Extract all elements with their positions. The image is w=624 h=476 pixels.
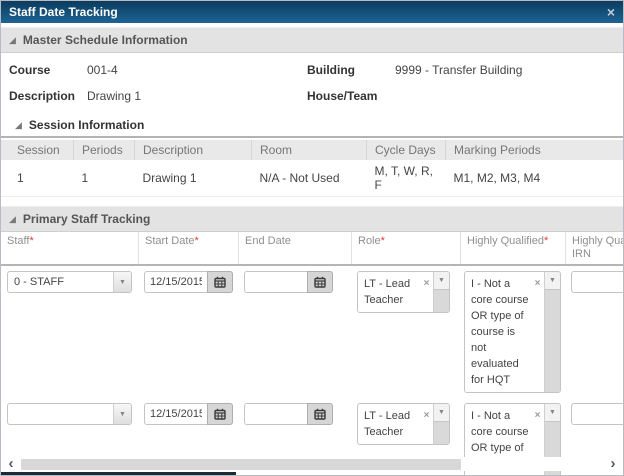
marking-periods-column-header: Marking Periods <box>446 140 624 160</box>
cycle-days-column-header: Cycle Days <box>367 140 446 160</box>
description-label: Description <box>9 89 87 103</box>
staff-select-value <box>8 404 113 424</box>
end-date-input[interactable] <box>244 271 307 293</box>
required-marker: * <box>29 235 33 247</box>
session-table-row: 1 1 Drawing 1 N/A - Not Used M, T, W, R,… <box>1 160 623 197</box>
session-information-section-label: Session Information <box>29 118 144 132</box>
end-date-input[interactable] <box>244 403 307 425</box>
staff-date-tracking-dialog: Staff Date Tracking × ◢ Master Schedule … <box>0 0 624 476</box>
primary-staff-tracking-section-header[interactable]: ◢ Primary Staff Tracking <box>1 206 623 232</box>
role-select-strip[interactable]: ▼ <box>433 272 449 312</box>
building-label: Building <box>307 63 395 77</box>
role-select[interactable]: LT - Lead Teacher × ▼ <box>357 403 450 445</box>
calendar-icon[interactable] <box>307 271 333 293</box>
chevron-down-icon[interactable]: ▼ <box>434 404 449 422</box>
staff-column-header: Staff* <box>1 232 138 264</box>
horizontal-scrollbar[interactable]: ‹ › <box>3 457 621 471</box>
role-select-value: LT - Lead Teacher <box>358 272 420 312</box>
start-date-input[interactable] <box>144 403 207 425</box>
role-column-header: Role* <box>351 232 460 264</box>
master-schedule-section-header[interactable]: ◢ Master Schedule Information <box>1 27 623 53</box>
hqt-irn-input[interactable] <box>571 271 623 293</box>
calendar-icon[interactable] <box>207 403 233 425</box>
highly-qualified-select[interactable]: I - Not a core course OR type of course … <box>464 271 561 393</box>
master-schedule-section-label: Master Schedule Information <box>23 33 188 47</box>
hqt-irn-input[interactable] <box>571 403 623 425</box>
scroll-right-icon[interactable]: › <box>605 458 621 470</box>
dialog-title: Staff Date Tracking <box>9 5 118 19</box>
chevron-down-icon[interactable]: ▼ <box>113 404 131 424</box>
master-schedule-info: Course 001-4 Building 9999 - Transfer Bu… <box>1 53 623 115</box>
house-team-label: House/Team <box>307 89 395 103</box>
close-icon[interactable]: × <box>607 5 615 19</box>
description-column-header: Description <box>135 140 252 160</box>
clear-icon[interactable]: × <box>420 272 433 312</box>
house-team-value <box>395 89 623 103</box>
chevron-down-icon[interactable]: ▼ <box>434 272 449 290</box>
staff-select[interactable]: ▼ <box>7 403 132 425</box>
calendar-icon[interactable] <box>207 271 233 293</box>
primary-staff-tracking-section-label: Primary Staff Tracking <box>23 212 150 226</box>
staff-grid-row: 0 - STAFF ▼ <box>1 269 623 395</box>
calendar-icon[interactable] <box>307 403 333 425</box>
scroll-left-icon[interactable]: ‹ <box>3 458 19 470</box>
scrollbar-track[interactable] <box>19 459 605 470</box>
session-cell: 1 <box>1 160 74 197</box>
highly-qualified-select-strip[interactable]: ▼ <box>544 272 560 392</box>
staff-grid-header-row: Staff* Start Date* End Date Role* Highly… <box>1 232 623 266</box>
clear-icon[interactable]: × <box>420 404 433 444</box>
role-select[interactable]: LT - Lead Teacher × ▼ <box>357 271 450 313</box>
window-edge <box>1 472 236 475</box>
clear-icon[interactable]: × <box>531 272 544 392</box>
description-cell: Drawing 1 <box>135 160 252 197</box>
required-marker: * <box>195 235 199 247</box>
chevron-down-icon[interactable]: ▼ <box>113 272 131 292</box>
course-label: Course <box>9 63 87 77</box>
session-table-header-row: Session Periods Description Room Cycle D… <box>1 140 623 160</box>
session-information-section-header[interactable]: ◢ Session Information <box>1 115 623 138</box>
required-marker: * <box>381 235 385 247</box>
description-value: Drawing 1 <box>87 89 307 103</box>
session-information-table: Session Periods Description Room Cycle D… <box>1 140 623 197</box>
start-date-column-header: Start Date* <box>138 232 238 264</box>
scrollbar-thumb[interactable] <box>21 459 461 470</box>
periods-column-header: Periods <box>74 140 135 160</box>
room-cell: N/A - Not Used <box>252 160 367 197</box>
building-value: 9999 - Transfer Building <box>395 63 623 77</box>
collapse-icon: ◢ <box>9 215 16 224</box>
course-value: 001-4 <box>87 63 307 77</box>
required-marker: * <box>544 235 548 247</box>
chevron-down-icon[interactable]: ▼ <box>545 272 560 290</box>
role-select-value: LT - Lead Teacher <box>358 404 420 444</box>
dialog-content: ◢ Master Schedule Information Course 001… <box>1 23 623 475</box>
hqt-irn-column-header: Highly Qualified Teacher IRN <box>565 232 623 264</box>
marking-periods-cell: M1, M2, M3, M4 <box>446 160 624 197</box>
highly-qualified-select-value: I - Not a core course OR type of course … <box>465 272 531 392</box>
periods-cell: 1 <box>74 160 135 197</box>
room-column-header: Room <box>252 140 367 160</box>
staff-tracking-grid: Staff* Start Date* End Date Role* Highly… <box>1 232 623 476</box>
highly-qualified-column-header: Highly Qualified* <box>460 232 565 264</box>
dialog-titlebar: Staff Date Tracking × <box>1 1 623 23</box>
role-select-strip[interactable]: ▼ <box>433 404 449 444</box>
start-date-input[interactable] <box>144 271 207 293</box>
staff-select[interactable]: 0 - STAFF ▼ <box>7 271 132 293</box>
chevron-down-icon[interactable]: ▼ <box>545 404 560 422</box>
collapse-icon: ◢ <box>15 121 22 130</box>
session-column-header: Session <box>1 140 74 160</box>
collapse-icon: ◢ <box>9 36 16 45</box>
cycle-days-cell: M, T, W, R, F <box>367 160 446 197</box>
end-date-column-header: End Date <box>238 232 351 264</box>
staff-select-value: 0 - STAFF <box>8 272 113 292</box>
